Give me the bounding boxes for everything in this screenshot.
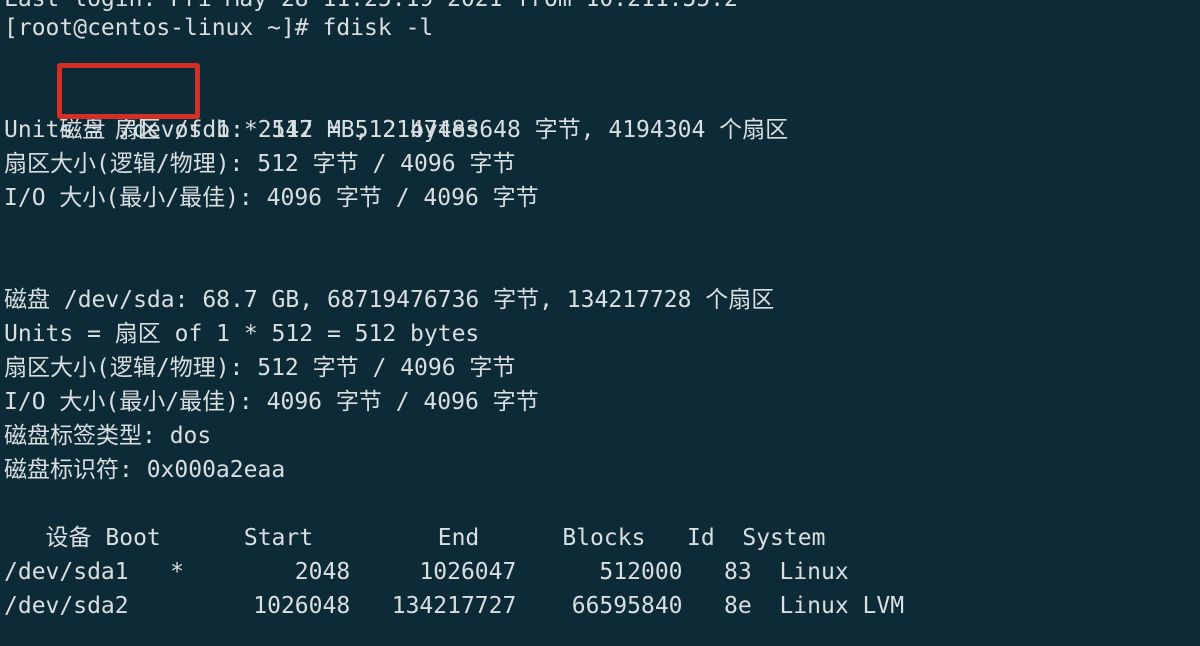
sda-label-type-line: 磁盘标签类型: dos bbox=[4, 423, 212, 449]
sda-sector-size-line: 扇区大小(逻辑/物理): 512 字节 / 4096 字节 bbox=[4, 355, 516, 381]
sda-io-size-line: I/O 大小(最小/最佳): 4096 字节 / 4096 字节 bbox=[4, 389, 539, 415]
sda-identifier-line: 磁盘标识符: 0x000a2eaa bbox=[4, 457, 286, 483]
partition-row-sda2: /dev/sda2 1026048 134217727 66595840 8e … bbox=[4, 593, 905, 619]
partition-row-sda1: /dev/sda1 * 2048 1026047 512000 83 Linux bbox=[4, 559, 849, 585]
terminal-window[interactable]: Last login: Fri May 28 11:25:19 2021 fro… bbox=[0, 0, 1200, 646]
disk-sda-line: 磁盘 /dev/sda: 68.7 GB, 68719476736 字节, 13… bbox=[4, 287, 775, 313]
partition-table-header: 设备 Boot Start End Blocks Id System bbox=[4, 525, 826, 551]
command-prompt-line: [root@centos-linux ~]# fdisk -l bbox=[4, 15, 434, 41]
sdb-io-size-line: I/O 大小(最小/最佳): 4096 字节 / 4096 字节 bbox=[4, 185, 539, 211]
disk-sdb-line: 磁盘 /dev/sdb: 2147 MB, 2147483648 字节, 419… bbox=[4, 79, 788, 143]
sdb-units-line: Units = 扇区 of 1 * 512 = 512 bytes bbox=[4, 117, 480, 143]
sda-units-line: Units = 扇区 of 1 * 512 = 512 bytes bbox=[4, 321, 480, 347]
sdb-sector-size-line: 扇区大小(逻辑/物理): 512 字节 / 4096 字节 bbox=[4, 151, 516, 177]
